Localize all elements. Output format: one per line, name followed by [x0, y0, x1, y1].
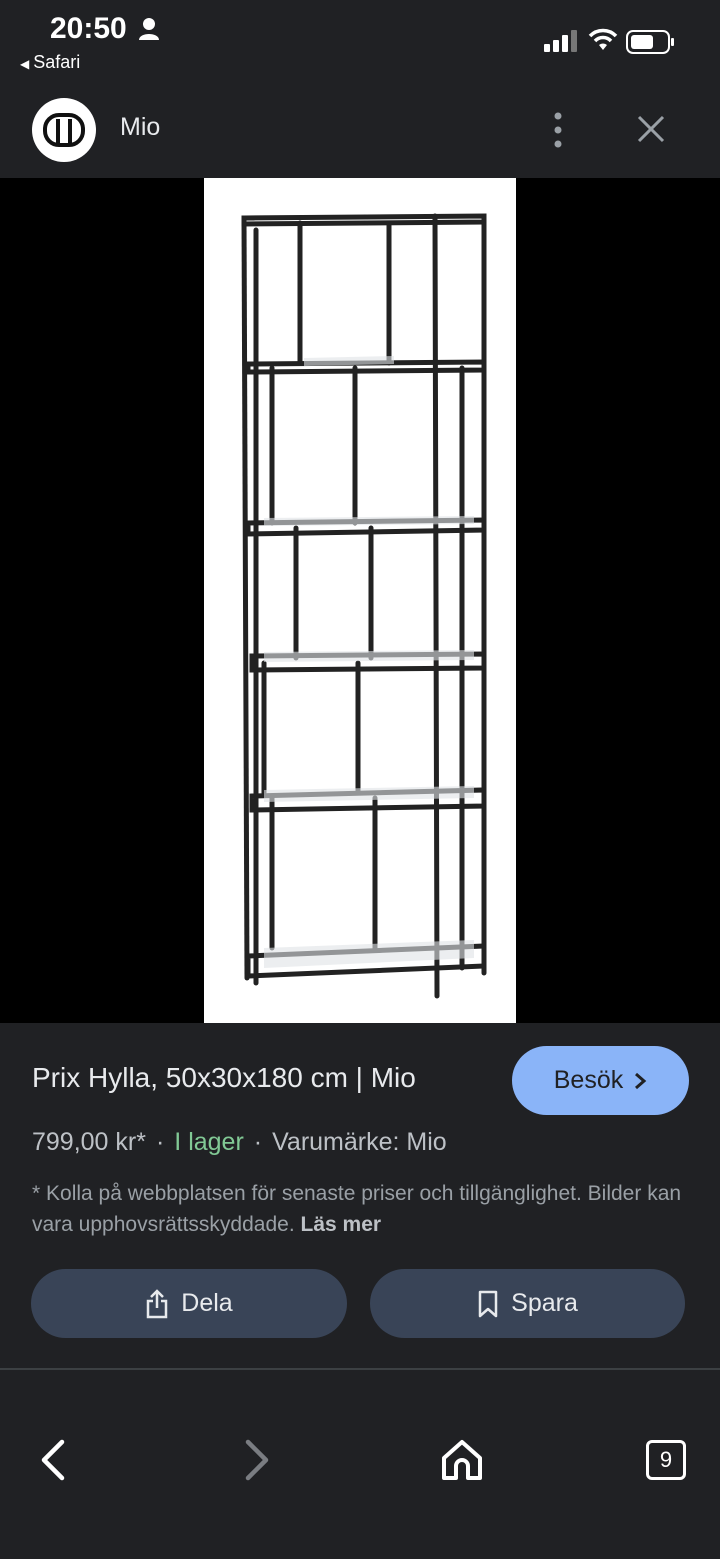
more-vertical-icon[interactable]: [548, 110, 568, 150]
mio-logo-icon[interactable]: [32, 98, 96, 162]
status-bar: 20:50 ◀ Safari: [0, 0, 720, 80]
save-button-label: Spara: [511, 1289, 578, 1317]
product-meta: 799,00 kr* · I lager · Varumärke: Mio: [32, 1128, 447, 1156]
back-to-app[interactable]: ◀ Safari: [20, 52, 80, 73]
signal-icon: [544, 30, 577, 52]
stock-status: I lager: [174, 1128, 244, 1156]
home-icon[interactable]: [440, 1438, 484, 1482]
visit-button[interactable]: Besök: [512, 1046, 689, 1115]
forward-arrow-icon[interactable]: [238, 1438, 274, 1482]
product-title[interactable]: Prix Hylla, 50x30x180 cm | Mio: [32, 1062, 416, 1094]
back-triangle-icon: ◀: [20, 57, 30, 71]
share-button-label: Dela: [181, 1289, 233, 1317]
wifi-icon: [588, 28, 618, 50]
price-disclaimer: * Kolla på webbplatsen för senaste prise…: [32, 1178, 692, 1240]
browser-toolbar: 9: [0, 1370, 720, 1559]
chevron-right-icon: [635, 1072, 647, 1089]
product-brand: Varumärke: Mio: [272, 1128, 447, 1156]
tab-count: 9: [659, 1447, 673, 1472]
site-name[interactable]: Mio: [120, 113, 160, 142]
status-time: 20:50: [50, 12, 127, 45]
share-icon: [147, 1288, 168, 1318]
share-button[interactable]: Dela: [31, 1269, 347, 1338]
bookmark-icon: [478, 1290, 498, 1317]
visit-button-label: Besök: [553, 1066, 624, 1094]
close-icon[interactable]: [632, 110, 670, 148]
read-more-link[interactable]: Läs mer: [301, 1213, 382, 1236]
back-arrow-icon[interactable]: [36, 1438, 72, 1482]
product-image[interactable]: [204, 178, 516, 1023]
image-viewer: [0, 178, 720, 1023]
save-button[interactable]: Spara: [370, 1269, 685, 1338]
product-price: 799,00 kr*: [32, 1128, 146, 1156]
back-app-label: Safari: [33, 52, 81, 72]
person-icon: [139, 18, 159, 40]
battery-icon: [626, 30, 674, 54]
lens-header: Mio: [0, 80, 720, 178]
tabs-button[interactable]: 9: [646, 1440, 686, 1480]
